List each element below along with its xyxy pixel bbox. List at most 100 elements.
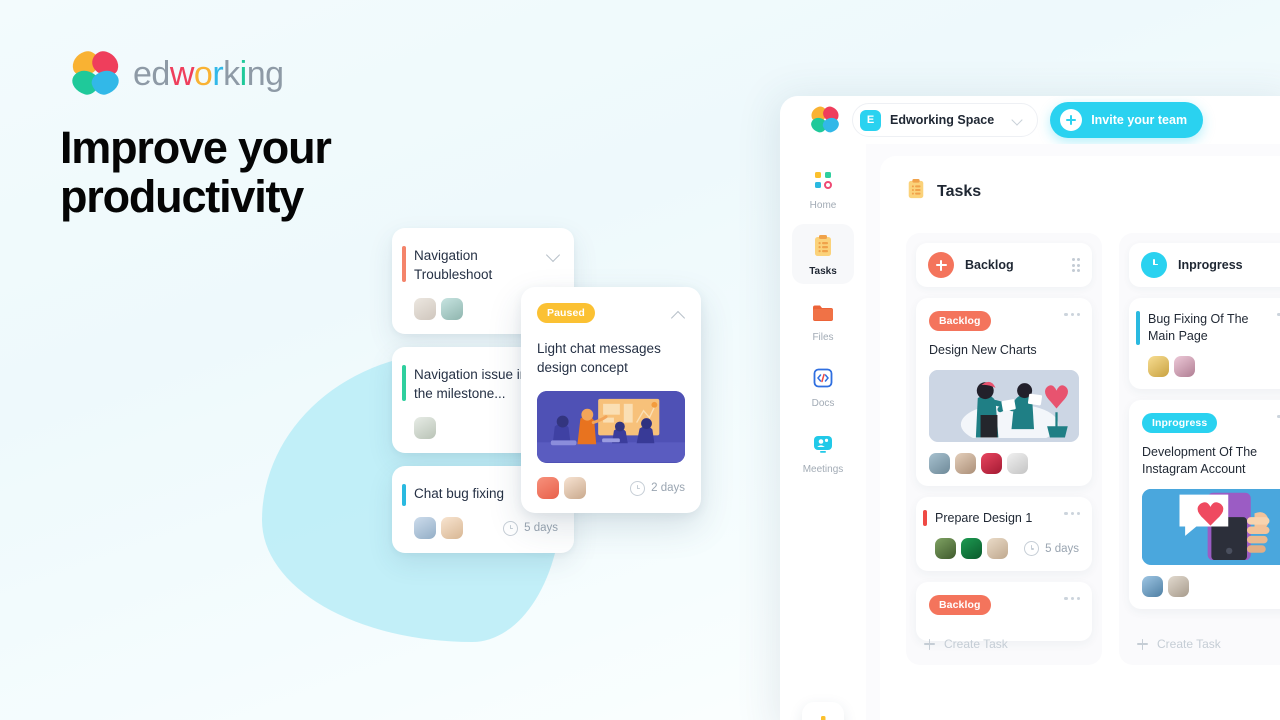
clipboard-icon (906, 178, 926, 205)
column-title: Backlog (965, 258, 1014, 272)
avatar (564, 477, 586, 499)
clock-icon (1024, 541, 1040, 556)
card-accent-bar (402, 246, 406, 282)
avatar (981, 453, 1002, 474)
task-footer (929, 453, 1079, 474)
phone-heart-illustration (1142, 489, 1280, 561)
avatar-group (414, 517, 463, 539)
brand-wordmark: edworking (133, 55, 284, 94)
tasks-header: Tasks (906, 178, 1280, 205)
kanban-column-inprogress: Inprogress Bug Fixing Of The Main Page I… (1119, 233, 1280, 665)
edworking-pinwheel-logo-icon (69, 48, 122, 98)
sidebar-item-home[interactable]: Home (792, 158, 854, 218)
app-content: Tasks Backlog Backlog Design New Charts … (866, 144, 1280, 720)
avatar (441, 298, 463, 320)
task-detail-popup[interactable]: Paused Light chat messages design concep… (521, 287, 701, 513)
apps-launcher-icon[interactable] (802, 702, 844, 720)
create-task-label: Create Task (944, 637, 1008, 651)
code-brackets-icon (792, 365, 854, 391)
app-topbar: E Edworking Space Invite your team (780, 96, 1280, 144)
teamwork-illustration (929, 370, 1079, 438)
avatar-group (414, 417, 436, 439)
invite-label: Invite your team (1091, 113, 1188, 127)
status-badge: Backlog (929, 595, 991, 615)
sidebar-item-label: Files (812, 332, 834, 343)
column-header[interactable]: Inprogress (1129, 243, 1280, 287)
task-footer (1142, 576, 1280, 597)
status-badge: Paused (537, 303, 595, 323)
sidebar-item-meetings[interactable]: Meetings (792, 422, 854, 482)
plus-icon (924, 638, 935, 650)
wordmark-letter: d (151, 54, 170, 93)
due-text: 2 days (651, 482, 685, 494)
due-meta: 2 days (630, 480, 685, 496)
edworking-pinwheel-logo-icon[interactable] (809, 104, 841, 135)
sidebar-item-tasks[interactable]: Tasks (792, 224, 854, 284)
plus-circle-icon[interactable] (928, 252, 954, 278)
more-options-icon[interactable] (1064, 313, 1080, 317)
clock-circle-icon[interactable] (1141, 252, 1167, 278)
kanban-column-backlog: Backlog Backlog Design New Charts Prepar… (906, 233, 1102, 665)
drag-handle-icon[interactable] (1071, 258, 1080, 272)
sidebar-item-label: Docs (811, 398, 835, 409)
status-badge: Backlog (929, 311, 991, 331)
avatar (414, 417, 436, 439)
brand-logo: edworking (69, 48, 284, 98)
card-accent-bar (923, 510, 927, 526)
sidebar-item-label: Tasks (809, 266, 837, 277)
app-window: E Edworking Space Invite your team Home … (780, 96, 1280, 720)
task-card[interactable]: Backlog (916, 582, 1092, 641)
task-card[interactable]: Bug Fixing Of The Main Page (1129, 298, 1280, 389)
column-header[interactable]: Backlog (916, 243, 1092, 287)
floating-card-title: Navigation Troubleshoot (414, 248, 493, 282)
wordmark-letter: k (223, 54, 240, 93)
create-task-button[interactable]: Create Task (1137, 637, 1221, 651)
avatar (414, 517, 436, 539)
task-title: Design New Charts (929, 343, 1037, 357)
wordmark-letter: e (133, 54, 152, 93)
sidebar-item-files[interactable]: Files (792, 290, 854, 350)
avatar-group (414, 298, 463, 320)
status-badge: Inprogress (1142, 413, 1218, 433)
avatar (961, 538, 982, 559)
popup-thumbnail (537, 391, 685, 463)
avatar-group (537, 477, 586, 499)
column-title: Inprogress (1178, 258, 1243, 272)
clock-icon (630, 480, 646, 496)
app-sidebar: Home Tasks Files Docs Meetings (780, 144, 866, 720)
popup-title: Light chat messages design concept (537, 341, 661, 375)
video-people-icon (792, 431, 854, 457)
due-text: 5 days (1045, 542, 1079, 555)
sidebar-item-docs[interactable]: Docs (792, 356, 854, 416)
popup-footer: 2 days (537, 477, 685, 499)
task-title: Prepare Design 1 (935, 511, 1033, 525)
avatar-group (1142, 576, 1189, 597)
folder-icon (792, 299, 854, 325)
sidebar-item-label: Meetings (802, 464, 844, 475)
task-card[interactable]: Inprogress Development Of The Instagram … (1129, 400, 1280, 609)
avatar (1174, 356, 1195, 377)
invite-your-team-button[interactable]: Invite your team (1050, 102, 1204, 138)
avatar (537, 477, 559, 499)
logo-petal-blue (89, 67, 122, 98)
more-options-icon[interactable] (1064, 597, 1080, 601)
chevron-down-icon[interactable] (1011, 114, 1023, 126)
workspace-selector[interactable]: E Edworking Space (852, 103, 1039, 137)
meeting-presentation-illustration (537, 391, 685, 463)
card-accent-bar (402, 365, 406, 401)
plus-icon (1137, 638, 1148, 650)
avatar (1168, 576, 1189, 597)
avatar-group (935, 538, 1008, 559)
task-card[interactable]: Prepare Design 1 5 days (916, 497, 1092, 571)
avatar (955, 453, 976, 474)
chevron-up-icon[interactable] (670, 310, 686, 326)
task-card[interactable]: Backlog Design New Charts (916, 298, 1092, 486)
workspace-initial-badge: E (860, 109, 881, 131)
due-text: 5 days (524, 522, 558, 534)
create-task-button[interactable]: Create Task (924, 637, 1008, 651)
card-accent-bar (402, 484, 406, 506)
clipboard-icon (792, 233, 854, 259)
more-options-icon[interactable] (1064, 512, 1080, 516)
task-title: Bug Fixing Of The Main Page (1148, 312, 1249, 343)
avatar (414, 298, 436, 320)
